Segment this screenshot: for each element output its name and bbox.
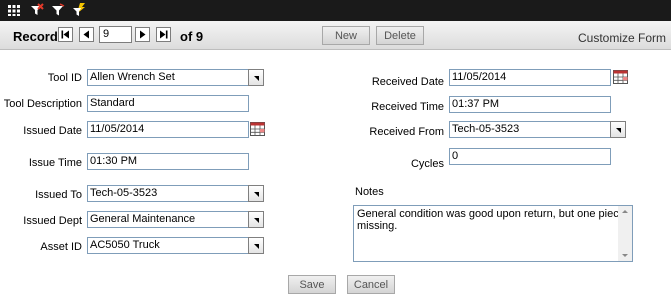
issue-time-label: Issue Time (28, 157, 82, 169)
issued-date-field[interactable]: 11/05/2014 (87, 121, 249, 138)
delete-button[interactable]: Delete (376, 26, 424, 45)
tool-id-dropdown-button[interactable] (248, 69, 264, 86)
first-record-button[interactable] (58, 27, 73, 42)
customize-form-link[interactable]: Customize Form (578, 31, 666, 45)
current-record-input[interactable]: 9 (99, 26, 132, 43)
filter-remove-icon[interactable] (30, 3, 44, 17)
received-time-field[interactable]: 01:37 PM (449, 96, 611, 113)
received-date-field[interactable]: 11/05/2014 (449, 69, 611, 86)
received-from-field[interactable]: Tech-05-3523 (449, 121, 611, 138)
notes-label: Notes (355, 186, 384, 198)
filter-icon[interactable] (51, 3, 65, 17)
received-from-label: Received From (369, 126, 444, 138)
dropdown-arrow-icon (254, 192, 259, 197)
issued-dept-dropdown-button[interactable] (248, 211, 264, 228)
dropdown-arrow-icon (254, 244, 259, 249)
top-toolbar (0, 0, 671, 21)
tool-id-label: Tool ID (47, 72, 82, 84)
issued-to-label: Issued To (35, 189, 82, 201)
first-record-icon (61, 30, 69, 39)
calendar-icon[interactable] (613, 70, 628, 84)
issued-dept-field[interactable]: General Maintenance (87, 211, 249, 228)
new-button[interactable]: New (322, 26, 370, 45)
dropdown-arrow-icon (254, 218, 259, 223)
last-record-icon (160, 30, 168, 39)
tool-id-field[interactable]: Allen Wrench Set (87, 69, 249, 86)
issued-to-field[interactable]: Tech-05-3523 (87, 185, 249, 202)
next-record-button[interactable] (135, 27, 150, 42)
issue-time-field[interactable]: 01:30 PM (87, 153, 249, 170)
last-record-button[interactable] (156, 27, 171, 42)
filter-apply-icon[interactable] (72, 3, 86, 17)
issued-date-label: Issued Date (23, 125, 82, 137)
record-navigation-bar: Record: 9 of 9 New Delete Customize Form (0, 21, 671, 50)
notes-text: General condition was good upon return, … (357, 208, 625, 232)
dropdown-arrow-icon (254, 76, 259, 81)
notes-textarea[interactable]: General condition was good upon return, … (353, 205, 633, 262)
previous-record-icon (83, 30, 89, 39)
previous-record-button[interactable] (79, 27, 94, 42)
issued-to-dropdown-button[interactable] (248, 185, 264, 202)
received-time-label: Received Time (371, 101, 444, 113)
cycles-label: Cycles (410, 158, 444, 170)
asset-id-dropdown-button[interactable] (248, 237, 264, 254)
dropdown-arrow-icon (616, 128, 621, 133)
cancel-button[interactable]: Cancel (347, 275, 395, 294)
record-count-label: of 9 (180, 29, 204, 44)
save-button[interactable]: Save (288, 275, 336, 294)
issued-dept-label: Issued Dept (23, 215, 82, 227)
next-record-icon (140, 30, 146, 39)
received-from-dropdown-button[interactable] (610, 121, 626, 138)
tool-description-label: Tool Description (3, 98, 82, 110)
asset-id-label: Asset ID (40, 241, 82, 253)
calendar-icon[interactable] (250, 122, 265, 136)
notes-scrollbar[interactable] (618, 206, 632, 261)
record-label: Record: (13, 29, 63, 44)
received-date-label: Received Date (371, 76, 444, 88)
cycles-field[interactable]: 0 (449, 148, 611, 165)
tool-description-field[interactable]: Standard (87, 95, 249, 112)
grid-icon[interactable] (7, 3, 21, 17)
asset-id-field[interactable]: AC5050 Truck (87, 237, 249, 254)
